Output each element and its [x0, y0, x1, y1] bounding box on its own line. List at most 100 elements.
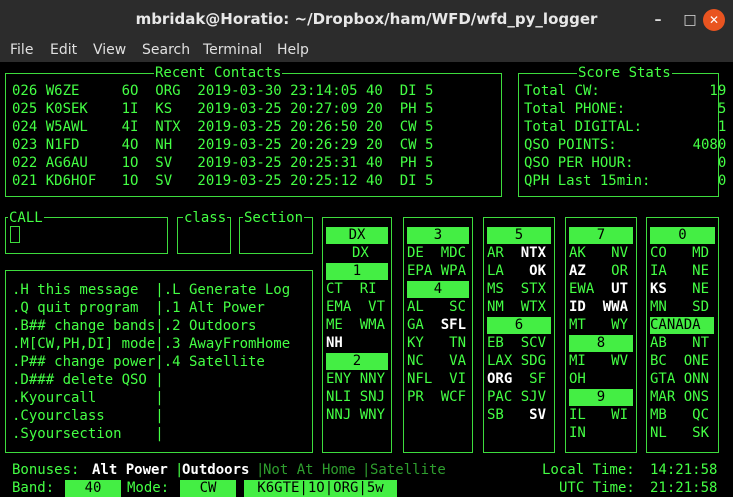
- minimize-button[interactable]: –: [647, 9, 669, 31]
- section-row: AR NTX: [487, 245, 547, 261]
- section-row: NM WTX: [487, 299, 547, 315]
- mode-label: Mode:: [127, 480, 170, 496]
- score-row: QSO POINTS: 4080: [524, 137, 727, 153]
- score-row: Total PHONE: 5: [524, 101, 727, 117]
- contact-row: 023 N1FD 4O NH 2019-03-25 20:26:29 20 CW…: [12, 137, 434, 153]
- bonus-alt-power: Alt Power: [92, 462, 168, 478]
- mode-value: CW: [180, 480, 236, 497]
- district-5-header: 5: [487, 227, 551, 244]
- class-label: class: [183, 210, 228, 226]
- menu-view[interactable]: View: [93, 42, 126, 58]
- section-row: BC ONE: [650, 353, 710, 369]
- section-row: MS STX: [487, 281, 547, 297]
- section-row: NNJ WNY: [326, 407, 386, 423]
- section-row: KS NE: [650, 281, 710, 297]
- score-row: QSO PER HOUR: 0: [524, 155, 727, 171]
- district-9-header: 9: [569, 389, 633, 406]
- section-row: GA SFL: [407, 317, 467, 333]
- section-row: KY TN: [407, 335, 467, 351]
- score-stats-title: Score Stats: [577, 65, 672, 81]
- text-cursor: [10, 226, 20, 243]
- score-row: Total DIGITAL: 1: [524, 119, 727, 135]
- help-row: .Kyourcall |: [12, 390, 164, 406]
- district-0-header: 0: [650, 227, 715, 244]
- help-row: .H this message |.L Generate Log: [12, 282, 291, 298]
- section-row: AZ OR: [569, 263, 629, 279]
- section-row: AB NT: [650, 335, 710, 351]
- section-row: AL SC: [407, 299, 467, 315]
- section-row: MAR ONS: [650, 389, 710, 405]
- section-row: GTA ONN: [650, 371, 710, 387]
- window-title: mbridak@Horatio: ~/Dropbox/ham/WFD/wfd_p…: [135, 10, 598, 28]
- menubar: File Edit View Search Terminal Help: [0, 40, 733, 62]
- contact-row: 024 W5AWL 4I NTX 2019-03-25 20:26:50 20 …: [12, 119, 434, 135]
- section-row: SB SV: [487, 407, 547, 423]
- section-item: DX: [352, 245, 369, 261]
- utc-time-label: UTC Time:: [559, 480, 635, 496]
- help-row: .Cyourclass |: [12, 408, 164, 424]
- help-row: .P## change power|.4 Satellite: [12, 354, 265, 370]
- section-row: ORG SF: [487, 371, 547, 387]
- section-row: CO MD: [650, 245, 710, 261]
- section-row: LAX SDG: [487, 353, 547, 369]
- section-row: MN SD: [650, 299, 710, 315]
- section-row: ENY NNY: [326, 371, 386, 387]
- bonuses-label: Bonuses:: [12, 462, 80, 478]
- section-row: ME WMA: [326, 317, 386, 333]
- band-label: Band:: [12, 480, 55, 496]
- section-row-worked: NH: [326, 335, 343, 351]
- section-row: EWA UT: [569, 281, 629, 297]
- local-time-label: Local Time:: [542, 462, 635, 478]
- contact-row: 021 KD6HOF 1O SV 2019-03-25 20:25:12 40 …: [12, 173, 434, 189]
- section-row: EPA WPA: [407, 263, 467, 279]
- dx-header: DX: [326, 227, 388, 244]
- help-row: .B## change bands|.2 Outdoors: [12, 318, 257, 334]
- section-row: IA NE: [650, 263, 710, 279]
- district-7-header: 7: [569, 227, 633, 244]
- score-row: QPH Last 15min: 0: [524, 173, 727, 189]
- section-row: EB SCV: [487, 335, 547, 351]
- section-row: MB QC: [650, 407, 710, 423]
- maximize-button[interactable]: □: [679, 9, 701, 31]
- menu-search[interactable]: Search: [142, 42, 190, 58]
- score-row: Total CW: 19: [524, 83, 727, 99]
- section-row: MI WV: [569, 353, 629, 369]
- menu-file[interactable]: File: [10, 42, 33, 58]
- section-row: NL SK: [650, 425, 710, 441]
- contact-row: 025 K0SEK 1I KS 2019-03-25 20:27:09 20 P…: [12, 101, 434, 117]
- menu-edit[interactable]: Edit: [50, 42, 77, 58]
- terminal-area[interactable]: Recent Contacts 026 W6ZE 6O ORG 2019-03-…: [0, 62, 733, 497]
- menu-terminal[interactable]: Terminal: [203, 42, 262, 58]
- section-row: IL WI: [569, 407, 629, 423]
- section-row: DE MDC: [407, 245, 467, 261]
- section-row: PAC SJV: [487, 389, 547, 405]
- help-row: .M[CW,PH,DI] mode|.3 AwayFromHome: [12, 336, 291, 352]
- section-label: Section: [243, 210, 305, 226]
- menu-help[interactable]: Help: [277, 42, 309, 58]
- band-value: 40: [65, 480, 121, 497]
- district-4-header: 4: [407, 281, 469, 298]
- section-row: OH: [569, 371, 586, 387]
- section-row: NLI SNJ: [326, 389, 386, 405]
- section-row: NFL VI: [407, 371, 467, 387]
- section-row: ID WWA: [569, 299, 629, 315]
- contact-row: 022 AG6AU 1O SV 2019-03-25 20:25:31 40 P…: [12, 155, 434, 171]
- bonus-outdoors: Outdoors: [182, 462, 250, 478]
- section-row: EMA VT: [326, 299, 386, 315]
- canada-header: CANADA: [650, 317, 714, 334]
- help-row: .D### delete QSO |: [12, 372, 164, 388]
- district-1-header: 1: [326, 263, 388, 280]
- help-row: .Q quit program |.1 Alt Power: [12, 300, 265, 316]
- recent-contacts-title: Recent Contacts: [154, 65, 283, 81]
- exchange-value: K6GTE|1O|ORG|5w: [244, 480, 397, 497]
- help-row: .Syoursection |: [12, 426, 164, 442]
- contact-row: 026 W6ZE 6O ORG 2019-03-30 23:14:05 40 D…: [12, 83, 434, 99]
- local-time: 14:21:58: [650, 462, 718, 478]
- close-button[interactable]: ✕: [703, 9, 725, 31]
- section-row: IN: [569, 425, 586, 441]
- window-titlebar: mbridak@Horatio: ~/Dropbox/ham/WFD/wfd_p…: [0, 0, 733, 40]
- district-3-header: 3: [407, 227, 469, 244]
- call-label: CALL: [8, 210, 44, 226]
- bonus-satellite: Satellite: [370, 462, 446, 478]
- district-2-header: 2: [326, 353, 388, 370]
